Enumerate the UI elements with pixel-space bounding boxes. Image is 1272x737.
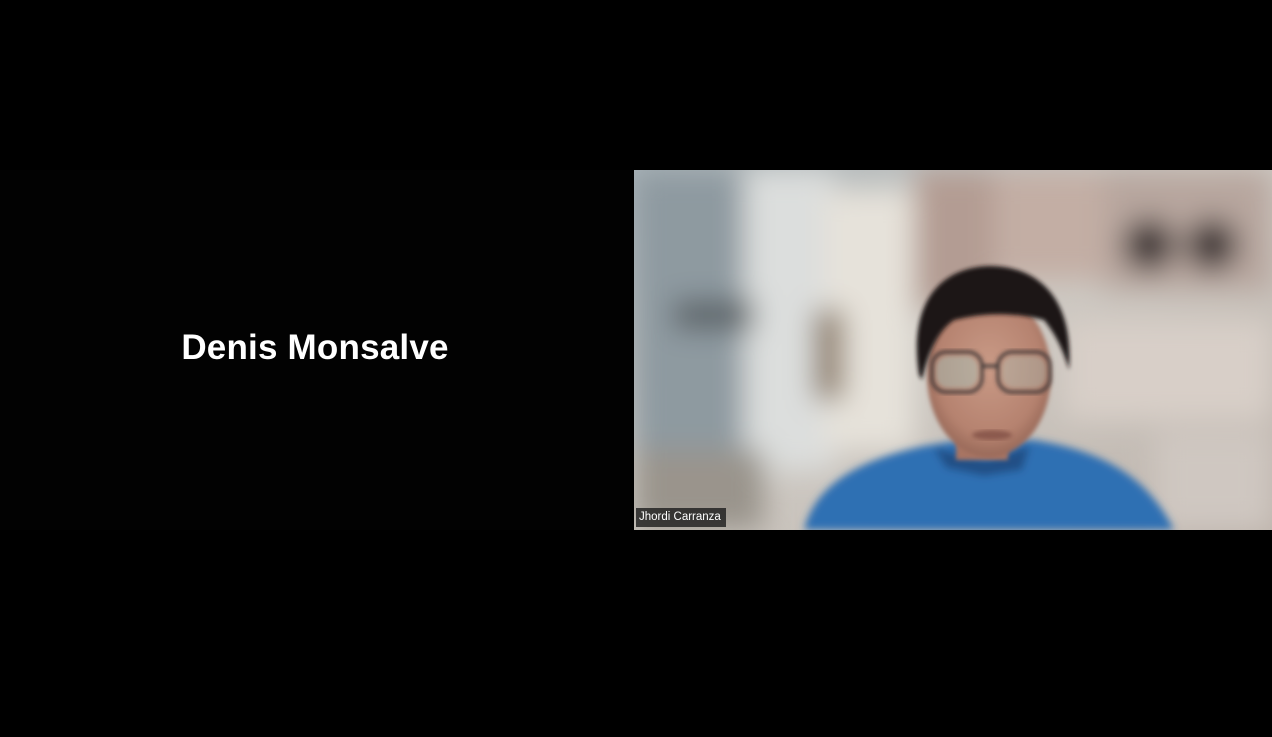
meeting-gallery-view: Denis Monsalve Jhordi Carranza bbox=[0, 0, 1272, 737]
participant-tile-jhordi[interactable]: Jhordi Carranza bbox=[634, 170, 1272, 530]
participant-name-tag: Jhordi Carranza bbox=[636, 508, 726, 527]
participant-tile-denis[interactable]: Denis Monsalve bbox=[0, 170, 630, 530]
participant-video bbox=[634, 170, 1272, 530]
participant-name-placeholder: Denis Monsalve bbox=[181, 328, 449, 367]
